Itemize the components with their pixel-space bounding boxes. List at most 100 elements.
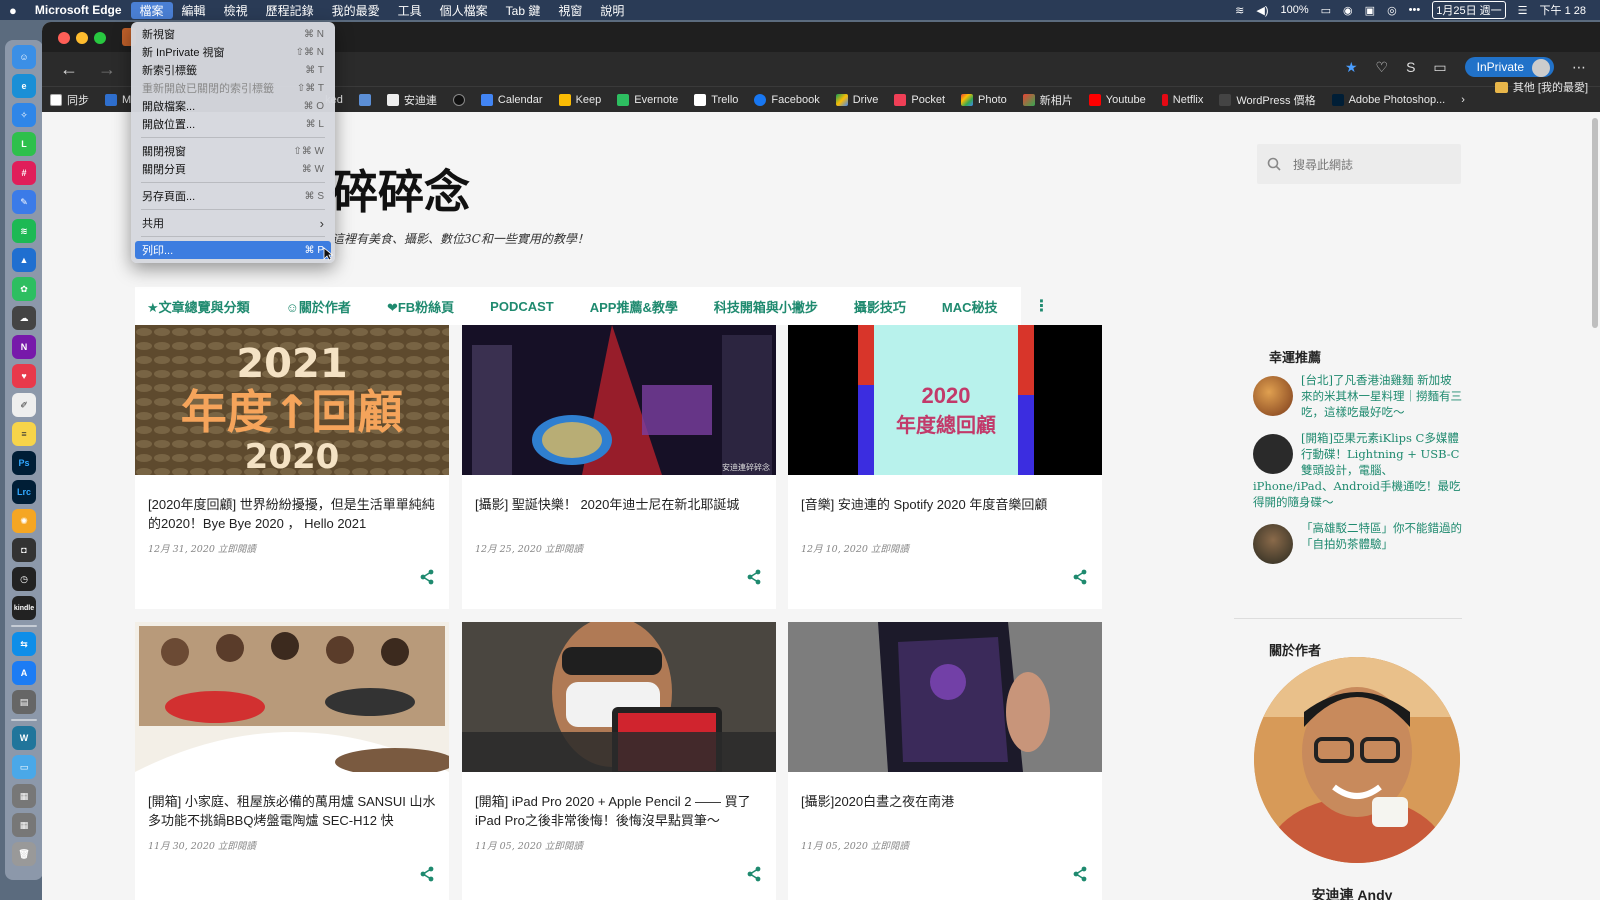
- post-thumbnail[interactable]: [462, 622, 776, 772]
- spotify-icon[interactable]: ≋: [12, 219, 36, 243]
- bookmark-new-photos[interactable]: 新相片: [1015, 92, 1081, 108]
- app-menu[interactable]: Microsoft Edge: [26, 3, 131, 17]
- volume-icon[interactable]: ◀): [1256, 4, 1268, 17]
- cast-icon[interactable]: ≋: [1235, 4, 1244, 17]
- settings-more-icon[interactable]: ⋯: [1572, 59, 1586, 76]
- finder-icon[interactable]: ☺: [12, 45, 36, 69]
- share-icon[interactable]: [746, 569, 762, 585]
- clock-app-icon[interactable]: ◷: [12, 567, 36, 591]
- menu-item-print[interactable]: 列印... ⌘ P: [135, 241, 331, 259]
- post-meta[interactable]: 11月 05, 2020 立即閱讀: [801, 838, 909, 852]
- author-name[interactable]: 安迪連 Andy: [1237, 885, 1467, 900]
- pocket-dock-icon[interactable]: ♥: [12, 364, 36, 388]
- forward-icon[interactable]: →: [98, 59, 118, 80]
- bookmark-youtube[interactable]: Youtube: [1081, 93, 1154, 106]
- bookmark-facebook[interactable]: Facebook: [746, 93, 827, 106]
- menu-profile[interactable]: 個人檔案: [431, 2, 497, 19]
- pocket-extension-icon[interactable]: ♡: [1376, 59, 1389, 76]
- menu-item-share[interactable]: 共用 ›: [135, 214, 331, 232]
- nav-more-icon[interactable]: ⋮: [1034, 296, 1050, 316]
- screen-icon[interactable]: ▣: [1365, 4, 1375, 17]
- bookmark-sync[interactable]: 同步: [42, 92, 97, 108]
- folder-icon[interactable]: ▭: [12, 755, 36, 779]
- minimize-window-button[interactable]: [76, 32, 88, 44]
- post-title[interactable]: [攝影]2020白晝之夜在南港: [801, 792, 1091, 811]
- post-thumbnail[interactable]: 2020 年度總回顧: [788, 325, 1102, 475]
- post-card[interactable]: [開箱] iPad Pro 2020 + Apple Pencil 2 —— 買…: [462, 622, 776, 900]
- menu-item-open-location[interactable]: 開啟位置... ⌘ L: [135, 115, 331, 133]
- menu-history[interactable]: 歷程記錄: [257, 2, 323, 19]
- pencil-app-icon[interactable]: ✎: [12, 190, 36, 214]
- inprivate-badge[interactable]: InPrivate: [1464, 57, 1554, 77]
- bookmark-dark[interactable]: [445, 93, 473, 106]
- share-icon[interactable]: [419, 866, 435, 882]
- recommend-thumbnail[interactable]: [1253, 434, 1293, 474]
- author-photo[interactable]: [1254, 657, 1460, 863]
- nav-mac[interactable]: MAC秘技: [942, 297, 1034, 316]
- nav-tech[interactable]: 科技開箱與小撇步: [714, 297, 854, 316]
- extension-s-icon[interactable]: S: [1406, 59, 1415, 75]
- line-icon[interactable]: L: [12, 132, 36, 156]
- control-center-icon[interactable]: ☰: [1518, 4, 1528, 17]
- bookmark-wordpress-price[interactable]: WordPress 價格: [1211, 92, 1323, 108]
- recommend-item[interactable]: [開箱]亞果元素iKlips C多媒體行動碟！Lightning + USB-C…: [1253, 430, 1463, 510]
- nav-fb-page[interactable]: ❤FB粉絲頁: [387, 297, 490, 316]
- post-card[interactable]: 2020 年度總回顧 [音樂] 安迪連的 Spotify 2020 年度音樂回顧…: [788, 325, 1102, 609]
- app-store-icon[interactable]: A: [12, 661, 36, 685]
- recommend-thumbnail[interactable]: [1253, 524, 1293, 564]
- menu-item-new-inprivate-window[interactable]: 新 InPrivate 視窗 ⇧⌘ N: [135, 43, 331, 61]
- bookmark-keep[interactable]: Keep: [551, 93, 610, 106]
- slack-icon[interactable]: #: [12, 161, 36, 185]
- post-thumbnail[interactable]: 2021 年度↑回顧 2020: [135, 325, 449, 475]
- post-card[interactable]: 2021 年度↑回顧 2020 [2020年度回顧] 世界紛紛擾擾，但是生活單單…: [135, 325, 449, 609]
- photoshop-icon[interactable]: Ps: [12, 451, 36, 475]
- bookmark-photo-thumb[interactable]: [351, 93, 379, 106]
- navigation-app-icon[interactable]: ▲: [12, 248, 36, 272]
- post-card[interactable]: [開箱] 小家庭、租屋族必備的萬用爐 SANSUI 山水 多功能不挑鍋BBQ烤盤…: [135, 622, 449, 900]
- menu-item-new-window[interactable]: 新視窗 ⌘ N: [135, 25, 331, 43]
- share-icon[interactable]: [1072, 866, 1088, 882]
- zoom-window-button[interactable]: [94, 32, 106, 44]
- bookmark-netflix[interactable]: Netflix: [1154, 93, 1212, 106]
- bookmark-calendar[interactable]: Calendar: [473, 93, 551, 106]
- bookmark-pocket[interactable]: Pocket: [886, 93, 953, 106]
- preview-icon[interactable]: ▤: [12, 690, 36, 714]
- bookmark-drive[interactable]: Drive: [828, 93, 887, 106]
- bookmark-photo[interactable]: Photo: [953, 93, 1015, 106]
- recommend-item[interactable]: [台北]了凡香港油雞麵 新加坡來的米其林一星料理｜撈麵有三吃，這樣吃最好吃～: [1253, 372, 1463, 420]
- post-meta[interactable]: 12月 31, 2020 立即閱讀: [148, 541, 256, 555]
- cloud-app-icon[interactable]: ☁: [12, 306, 36, 330]
- camera-app-icon[interactable]: ◘: [12, 538, 36, 562]
- post-meta[interactable]: 11月 05, 2020 立即閱讀: [475, 838, 583, 852]
- close-window-button[interactable]: [58, 32, 70, 44]
- bookmark-evernote[interactable]: Evernote: [609, 93, 686, 106]
- menu-tools[interactable]: 工具: [389, 2, 431, 19]
- post-thumbnail[interactable]: 安迪連碎碎念: [462, 325, 776, 475]
- bookmark-andylien[interactable]: 安迪連: [379, 92, 445, 108]
- post-card[interactable]: [攝影]2020白晝之夜在南港 11月 05, 2020 立即閱讀: [788, 622, 1102, 900]
- post-meta[interactable]: 12月 10, 2020 立即閱讀: [801, 541, 909, 555]
- page-scrollbar[interactable]: [1592, 118, 1598, 328]
- post-title[interactable]: [開箱] iPad Pro 2020 + Apple Pencil 2 —— 買…: [475, 792, 765, 830]
- menu-file[interactable]: 檔案: [130, 1, 173, 19]
- recommend-thumbnail[interactable]: [1253, 376, 1293, 416]
- menu-item-save-page[interactable]: 另存頁面... ⌘ S: [135, 187, 331, 205]
- battery-icon[interactable]: ▭: [1321, 4, 1331, 17]
- share-icon[interactable]: [1072, 569, 1088, 585]
- menubar-time[interactable]: 下午 1 28: [1540, 2, 1586, 18]
- bookmark-adobe-photoshop[interactable]: Adobe Photoshop...: [1324, 93, 1454, 106]
- share-icon[interactable]: [419, 569, 435, 585]
- nav-app[interactable]: APP推薦&教學: [590, 297, 714, 316]
- site-title[interactable]: 碎碎念: [332, 156, 470, 222]
- post-title[interactable]: [開箱] 小家庭、租屋族必備的萬用爐 SANSUI 山水 多功能不挑鍋BBQ烤盤…: [148, 792, 438, 830]
- post-thumbnail[interactable]: [135, 622, 449, 772]
- recommend-item[interactable]: 「高雄駁二特區」你不能錯過的「自拍奶茶體驗」: [1253, 520, 1463, 564]
- post-title[interactable]: [2020年度回顧] 世界紛紛擾擾，但是生活單單純純的2020！Bye Bye …: [148, 495, 438, 533]
- lightroom-classic-icon[interactable]: Lrc: [12, 480, 36, 504]
- onenote-icon[interactable]: N: [12, 335, 36, 359]
- bookmark-trello[interactable]: Trello: [686, 93, 746, 106]
- notes-icon[interactable]: ≡: [12, 422, 36, 446]
- more-icon[interactable]: •••: [1409, 4, 1421, 16]
- menubar-date[interactable]: 1月25日 週一: [1432, 1, 1506, 19]
- post-thumbnail[interactable]: [788, 622, 1102, 772]
